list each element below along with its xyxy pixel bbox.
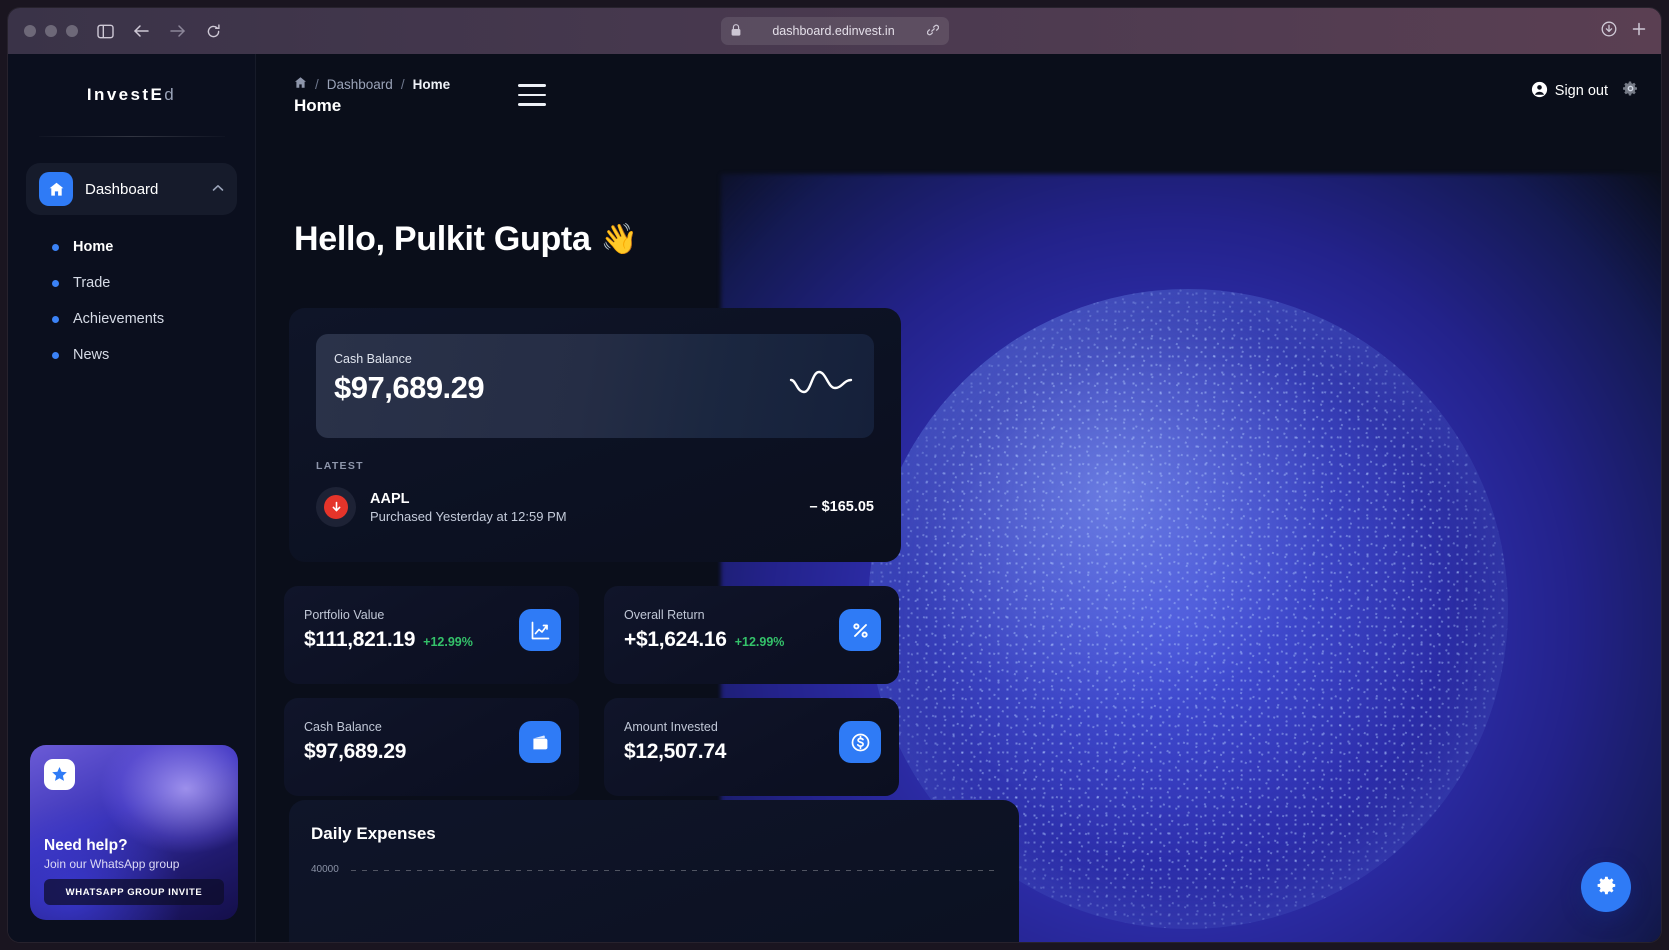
promo-title: Need help?	[44, 837, 128, 854]
stat-label: Amount Invested	[624, 720, 718, 734]
stat-card-overall-return[interactable]: Overall Return +$1,624.16 +12.99%	[604, 586, 899, 684]
stat-label: Overall Return	[624, 608, 705, 622]
sidebar-divider	[38, 136, 225, 137]
chart-gridline	[351, 870, 997, 871]
page-title: Home	[294, 96, 342, 115]
waving-hand-icon: 👋	[600, 223, 638, 256]
bullet-icon	[52, 315, 59, 323]
download-icon[interactable]	[1601, 21, 1617, 42]
sidebar-subnav: Home Trade Achievements News	[8, 229, 255, 373]
stat-label: Cash Balance	[304, 720, 382, 734]
chart-title: Daily Expenses	[311, 824, 436, 843]
address-bar[interactable]: dashboard.edinvest.in	[720, 17, 949, 45]
cash-balance-label: Cash Balance	[334, 352, 412, 366]
gear-icon[interactable]	[1622, 80, 1639, 102]
stat-label: Portfolio Value	[304, 608, 385, 622]
bullet-icon	[52, 279, 59, 287]
sidebar-item-trade-label: Trade	[73, 275, 111, 291]
star-icon	[44, 759, 75, 790]
chart-y-tick-label: 40000	[311, 864, 339, 875]
whatsapp-group-invite-button[interactable]: WHATSAPP GROUP INVITE	[44, 879, 224, 905]
latest-transaction-row[interactable]: AAPL Purchased Yesterday at 12:59 PM – $…	[316, 484, 874, 530]
sidebar-item-news-label: News	[73, 347, 110, 363]
browser-window: dashboard.edinvest.in InvestE d Dashboar…	[8, 8, 1661, 942]
topbar-actions: Sign out	[1531, 80, 1639, 102]
close-window-button[interactable]	[24, 25, 36, 37]
sidebar-item-dashboard[interactable]: Dashboard	[26, 163, 237, 215]
sidebar-item-home-label: Home	[73, 239, 114, 255]
home-icon[interactable]	[294, 76, 307, 92]
sidebar: InvestE d Dashboard Home Trade Achieveme…	[8, 54, 256, 942]
reload-icon[interactable]	[200, 18, 226, 44]
breadcrumb-separator: /	[400, 76, 405, 92]
arrow-down-circle-icon	[316, 487, 356, 527]
greeting-text: Hello, Pulkit Gupta	[294, 220, 591, 258]
breadcrumb: / Dashboard / Home	[294, 76, 450, 92]
sidebar-toggle-icon[interactable]	[92, 18, 118, 44]
sidebar-item-achievements[interactable]: Achievements	[8, 301, 255, 337]
transaction-detail: Purchased Yesterday at 12:59 PM	[370, 508, 567, 524]
chain-link-icon[interactable]	[926, 24, 939, 39]
minimize-window-button[interactable]	[45, 25, 57, 37]
breadcrumb-separator: /	[315, 76, 319, 92]
dollar-circle-icon	[839, 721, 881, 763]
daily-expenses-chart-card: Daily Expenses 40000	[289, 800, 1019, 942]
house-icon	[39, 172, 73, 206]
brand-name-main: InvestE	[86, 85, 165, 104]
stat-value: $111,821.19	[304, 628, 416, 651]
chrome-right-actions[interactable]	[1601, 21, 1647, 42]
browser-nav-buttons[interactable]	[128, 18, 226, 44]
stat-delta: +12.99%	[423, 635, 473, 649]
bullet-icon	[52, 243, 59, 251]
breadcrumb-home[interactable]: Home	[413, 77, 451, 92]
wave-line-icon	[788, 368, 854, 407]
new-tab-plus-icon[interactable]	[1631, 21, 1647, 42]
stat-card-cash-balance[interactable]: Cash Balance $97,689.29	[284, 698, 579, 796]
maximize-window-button[interactable]	[66, 25, 78, 37]
sign-out-label: Sign out	[1554, 83, 1608, 99]
sidebar-item-home[interactable]: Home	[8, 229, 255, 265]
brand-name-tail: d	[164, 85, 177, 104]
percent-icon	[839, 609, 881, 651]
chart-line-icon	[519, 609, 561, 651]
sidebar-item-achievements-label: Achievements	[73, 311, 165, 327]
wallet-icon	[519, 721, 561, 763]
main-content: Hello, Pulkit Gupta 👋 Cash Balance $97,6…	[256, 136, 1661, 942]
latest-section-label: LATEST	[316, 460, 364, 472]
settings-fab-button[interactable]	[1581, 862, 1631, 912]
cash-balance-card[interactable]: Cash Balance $97,689.29	[316, 334, 874, 438]
url-text: dashboard.edinvest.in	[772, 24, 895, 38]
transaction-symbol: AAPL	[370, 490, 410, 507]
transaction-amount: – $165.05	[809, 499, 874, 515]
back-arrow-icon[interactable]	[128, 18, 154, 44]
stat-value: $97,689.29	[304, 740, 407, 763]
sign-out-button[interactable]: Sign out	[1531, 81, 1608, 102]
stat-value: +$1,624.16	[624, 628, 727, 651]
brand-logo[interactable]: InvestE d	[8, 54, 255, 136]
bullet-icon	[52, 351, 59, 359]
topbar: / Dashboard / Home Home Sign out	[256, 54, 1661, 136]
stat-value: $12,507.74	[624, 740, 727, 763]
page-content: InvestE d Dashboard Home Trade Achieveme…	[8, 54, 1661, 942]
window-controls[interactable]	[24, 25, 78, 37]
stat-card-portfolio-value[interactable]: Portfolio Value $111,821.19 +12.99%	[284, 586, 579, 684]
gear-icon	[1595, 874, 1618, 900]
promo-subtitle: Join our WhatsApp group	[44, 857, 180, 871]
sidebar-dashboard-label: Dashboard	[85, 180, 159, 198]
sidebar-item-news[interactable]: News	[8, 337, 255, 373]
forward-arrow-icon[interactable]	[164, 18, 190, 44]
balance-panel: Cash Balance $97,689.29 LATEST AAPL Purc…	[289, 308, 901, 562]
lock-icon	[731, 23, 741, 39]
sidebar-item-trade[interactable]: Trade	[8, 265, 255, 301]
chevron-up-icon[interactable]	[212, 183, 224, 195]
browser-chrome-bar: dashboard.edinvest.in	[8, 8, 1661, 54]
stat-card-amount-invested[interactable]: Amount Invested $12,507.74	[604, 698, 899, 796]
greeting-heading: Hello, Pulkit Gupta 👋	[294, 220, 638, 259]
user-circle-icon	[1531, 81, 1548, 102]
cash-balance-value: $97,689.29	[334, 370, 485, 405]
hamburger-menu-icon[interactable]	[518, 84, 546, 106]
stat-delta: +12.99%	[734, 635, 785, 649]
breadcrumb-dashboard[interactable]: Dashboard	[327, 77, 393, 92]
whatsapp-promo-card[interactable]: Need help? Join our WhatsApp group WHATS…	[30, 745, 238, 920]
